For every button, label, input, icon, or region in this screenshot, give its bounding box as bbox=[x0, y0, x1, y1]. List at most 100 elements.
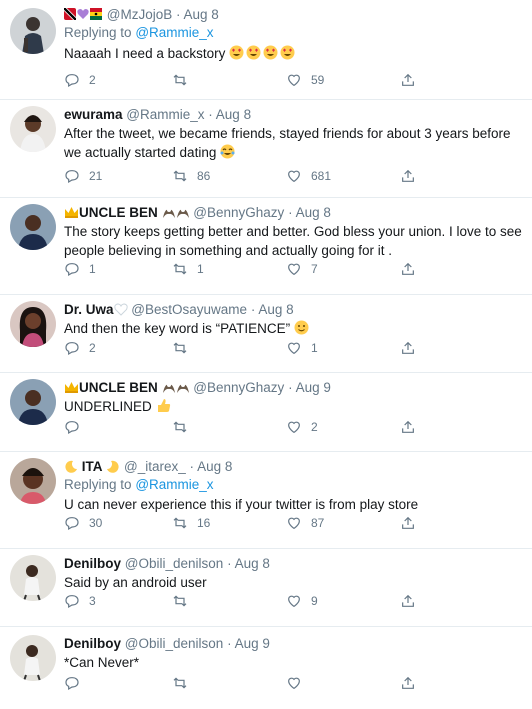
tweet-author-name[interactable]: ITA bbox=[82, 459, 103, 474]
tweet-text-content: Naaaah I need a backstory bbox=[64, 46, 226, 61]
tweet[interactable]: ewurama @Rammie_x · Aug 8 After the twee… bbox=[0, 100, 532, 198]
reply-button[interactable]: 3 bbox=[64, 593, 96, 609]
tweet-author-name[interactable]: Denilboy bbox=[64, 556, 121, 571]
tweet-handle[interactable]: @MzJojoB bbox=[107, 7, 172, 22]
share-button[interactable] bbox=[400, 340, 416, 356]
tweet-handle[interactable]: @Obili_denilson bbox=[125, 556, 224, 571]
replying-to-link[interactable]: @Rammie_x bbox=[135, 477, 213, 492]
retweet-button[interactable]: 86 bbox=[172, 168, 210, 184]
tweet-author-name[interactable]: Dr. Uwa bbox=[64, 302, 114, 317]
reply-button[interactable]: 1 bbox=[64, 261, 96, 277]
tweet[interactable]: Dr. Uwa @BestOsayuwame · Aug 8 And then … bbox=[0, 295, 532, 373]
tweet-text: After the tweet, we became friends, stay… bbox=[64, 124, 522, 162]
tweet-text: UNDERLINED bbox=[64, 397, 522, 416]
share-button[interactable] bbox=[400, 675, 416, 691]
like-button[interactable]: 681 bbox=[286, 168, 331, 184]
reply-icon bbox=[65, 595, 79, 609]
tweet-date[interactable]: Aug 8 bbox=[216, 107, 251, 122]
tweet[interactable]: @MzJojoB · Aug 8 Replying to @Rammie_x N… bbox=[0, 0, 532, 100]
retweet-button[interactable] bbox=[172, 593, 197, 609]
avatar[interactable] bbox=[10, 204, 56, 250]
share-button[interactable] bbox=[400, 593, 416, 609]
like-button[interactable]: 59 bbox=[286, 72, 324, 88]
like-button[interactable] bbox=[286, 675, 311, 691]
tweet-date[interactable]: Aug 8 bbox=[235, 556, 270, 571]
tweet-date[interactable]: Aug 9 bbox=[296, 380, 331, 395]
tweet-date[interactable]: Aug 8 bbox=[258, 302, 293, 317]
retweet-button[interactable] bbox=[172, 419, 197, 435]
share-button[interactable] bbox=[400, 261, 416, 277]
tweet-date[interactable]: Aug 8 bbox=[184, 7, 219, 22]
reply-button[interactable]: 21 bbox=[64, 168, 102, 184]
tweet[interactable]: Denilboy @Obili_denilson · Aug 9 *Can Ne… bbox=[0, 627, 532, 709]
avatar[interactable] bbox=[10, 379, 56, 425]
avatar[interactable] bbox=[10, 555, 56, 601]
separator: · bbox=[288, 205, 293, 220]
tweet-author-name[interactable]: Denilboy bbox=[64, 636, 121, 651]
retweet-button[interactable]: 1 bbox=[172, 261, 204, 277]
separator: · bbox=[227, 556, 232, 571]
tweet-handle[interactable]: @BestOsayuwame bbox=[131, 302, 247, 317]
tweet-handle[interactable]: @Rammie_x bbox=[126, 107, 204, 122]
tweet-header: Denilboy @Obili_denilson · Aug 9 bbox=[64, 635, 522, 653]
reply-button[interactable]: 30 bbox=[64, 515, 102, 531]
heart-eyes-emoji bbox=[229, 45, 297, 61]
tweet-handle[interactable]: @BennyGhazy bbox=[193, 205, 284, 220]
heart-icon bbox=[288, 342, 300, 355]
tweet-author-name[interactable]: UNCLE BEN bbox=[79, 205, 158, 220]
heart-icon bbox=[288, 595, 300, 608]
reply-count: 3 bbox=[89, 594, 96, 608]
reply-icon bbox=[65, 421, 79, 435]
share-button[interactable] bbox=[400, 419, 416, 435]
avatar[interactable] bbox=[10, 8, 56, 54]
heart-icon bbox=[288, 421, 300, 434]
reply-icon bbox=[65, 74, 79, 88]
tweet-handle[interactable]: @BennyGhazy bbox=[193, 380, 284, 395]
heart-icon bbox=[288, 170, 300, 183]
like-button[interactable]: 87 bbox=[286, 515, 324, 531]
tweet-text: Said by an android user bbox=[64, 575, 207, 590]
retweet-button[interactable] bbox=[172, 675, 197, 691]
reply-count: 21 bbox=[89, 169, 103, 183]
tears-of-joy-emoji bbox=[220, 144, 235, 160]
reply-button[interactable]: 2 bbox=[64, 340, 96, 356]
tweet-author-name[interactable]: ewurama bbox=[64, 107, 123, 122]
separator: · bbox=[288, 380, 293, 395]
like-button[interactable]: 2 bbox=[286, 419, 318, 435]
avatar[interactable] bbox=[10, 106, 56, 152]
tweet-author-name[interactable]: UNCLE BEN bbox=[79, 380, 158, 395]
like-count: 1 bbox=[311, 341, 318, 355]
tweet[interactable]: UNCLE BEN @BennyGhazy · Aug 8 The story … bbox=[0, 198, 532, 295]
tweet-date[interactable]: Aug 9 bbox=[235, 636, 270, 651]
avatar[interactable] bbox=[10, 458, 56, 504]
retweet-button[interactable] bbox=[172, 72, 197, 88]
retweet-button[interactable]: 16 bbox=[172, 515, 210, 531]
retweet-count: 1 bbox=[197, 262, 204, 276]
tweet[interactable]: Denilboy @Obili_denilson · Aug 8 Said by… bbox=[0, 549, 532, 627]
replying-to-link[interactable]: @Rammie_x bbox=[135, 25, 213, 40]
moon-icon bbox=[64, 459, 78, 474]
separator: · bbox=[208, 107, 213, 122]
tweet-handle[interactable]: @Obili_denilson bbox=[125, 636, 224, 651]
like-button[interactable]: 9 bbox=[286, 593, 318, 609]
share-button[interactable] bbox=[400, 515, 416, 531]
retweet-button[interactable] bbox=[172, 340, 197, 356]
avatar[interactable] bbox=[10, 635, 56, 681]
tweet-actions bbox=[64, 675, 444, 695]
tweet-date[interactable]: Aug 8 bbox=[296, 205, 331, 220]
share-button[interactable] bbox=[400, 168, 416, 184]
reply-button[interactable] bbox=[64, 419, 89, 435]
like-count: 2 bbox=[311, 420, 318, 434]
replying-label: Replying to bbox=[64, 477, 132, 492]
tweet-handle[interactable]: @_itarex_ bbox=[124, 459, 186, 474]
like-button[interactable]: 1 bbox=[286, 340, 318, 356]
tweet[interactable]: ITA @_itarex_ · Aug 8 Replying to @Rammi… bbox=[0, 452, 532, 549]
like-button[interactable]: 7 bbox=[286, 261, 318, 277]
avatar[interactable] bbox=[10, 301, 56, 347]
separator: · bbox=[227, 636, 232, 651]
reply-button[interactable] bbox=[64, 675, 89, 691]
reply-button[interactable]: 2 bbox=[64, 72, 96, 88]
share-button[interactable] bbox=[400, 72, 416, 88]
tweet-date[interactable]: Aug 8 bbox=[197, 459, 232, 474]
tweet[interactable]: UNCLE BEN @BennyGhazy · Aug 9 UNDERLINED… bbox=[0, 373, 532, 452]
